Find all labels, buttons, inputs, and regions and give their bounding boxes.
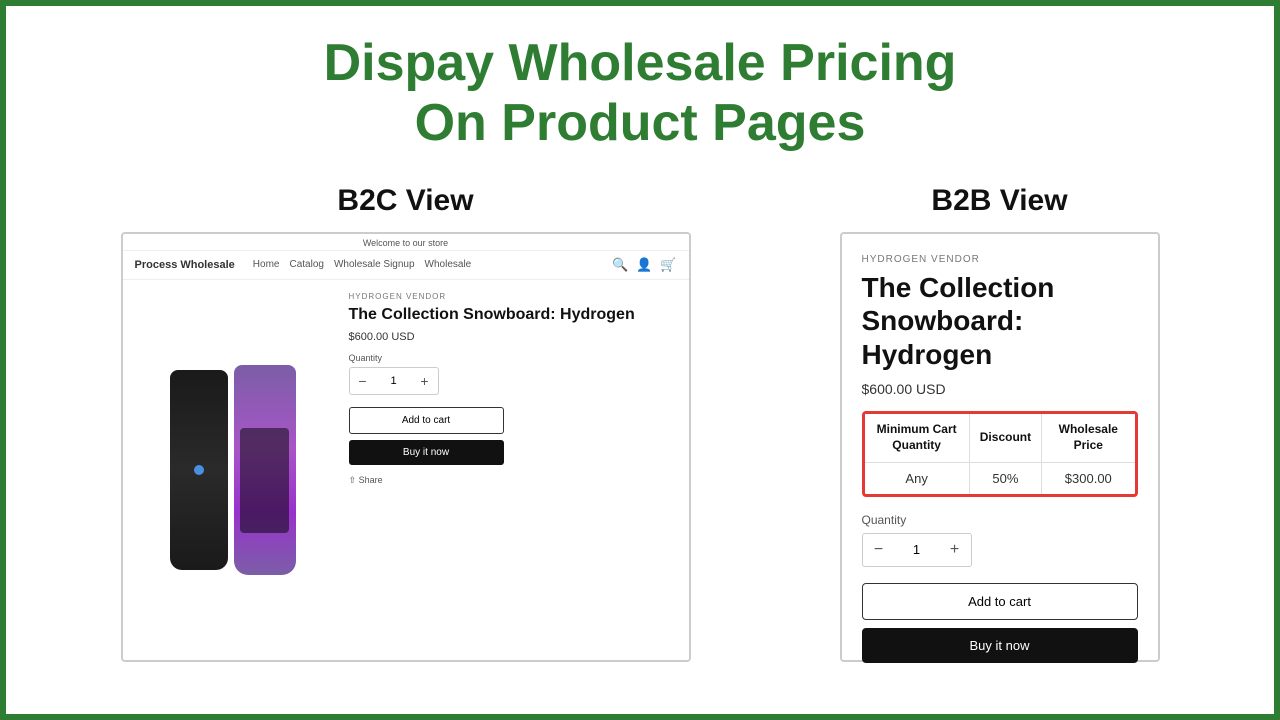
- b2b-label: B2B View: [840, 184, 1160, 218]
- b2c-label: B2C View: [121, 184, 691, 218]
- b2b-qty-value: 1: [895, 542, 939, 557]
- b2b-product-title: The Collection Snowboard: Hydrogen: [862, 271, 1138, 372]
- col-wholesale-price: Wholesale Price: [1042, 414, 1135, 462]
- b2b-panel: B2B View HYDROGEN VENDOR The Collection …: [840, 184, 1160, 662]
- b2c-qty-value: 1: [376, 375, 412, 387]
- cell-wholesale-price: $300.00: [1042, 462, 1135, 494]
- col-min-cart-qty: Minimum Cart Quantity: [865, 414, 970, 462]
- nav-wholesale[interactable]: Wholesale: [425, 259, 472, 270]
- b2c-mock-window: Welcome to our store Process Wholesale H…: [121, 232, 691, 662]
- b2b-price: $600.00 USD: [862, 381, 1138, 397]
- b2c-panel: B2C View Welcome to our store Process Wh…: [121, 184, 691, 662]
- table-row: Any 50% $300.00: [865, 462, 1135, 494]
- b2c-qty-label: Quantity: [349, 353, 677, 363]
- b2b-qty-minus[interactable]: −: [863, 534, 895, 566]
- b2b-qty-label: Quantity: [862, 513, 1138, 527]
- cell-discount: 50%: [969, 462, 1041, 494]
- wholesale-pricing-table-wrapper: Minimum Cart Quantity Discount Wholesale…: [862, 411, 1138, 496]
- store-nav: Process Wholesale Home Catalog Wholesale…: [123, 251, 689, 280]
- search-icon[interactable]: 🔍: [612, 257, 628, 273]
- b2c-vendor: HYDROGEN VENDOR: [349, 292, 677, 301]
- store-brand: Process Wholesale: [135, 259, 235, 271]
- b2c-product-title: The Collection Snowboard: Hydrogen: [349, 305, 677, 326]
- b2c-share-link[interactable]: ⇧ Share: [349, 475, 677, 486]
- b2c-qty-control[interactable]: − 1 +: [349, 367, 439, 395]
- b2c-qty-plus[interactable]: +: [412, 368, 438, 394]
- b2b-vendor: HYDROGEN VENDOR: [862, 254, 1138, 265]
- table-header-row: Minimum Cart Quantity Discount Wholesale…: [865, 414, 1135, 462]
- nav-wholesale-signup[interactable]: Wholesale Signup: [334, 259, 415, 270]
- b2c-product-details: HYDROGEN VENDOR The Collection Snowboard…: [343, 280, 689, 660]
- b2c-add-to-cart-button[interactable]: Add to cart: [349, 407, 504, 434]
- b2b-mock-window: HYDROGEN VENDOR The Collection Snowboard…: [840, 232, 1160, 662]
- cell-min-qty: Any: [865, 462, 970, 494]
- store-content: HYDROGEN VENDOR The Collection Snowboard…: [123, 280, 689, 660]
- store-topbar: Welcome to our store: [123, 234, 689, 251]
- account-icon[interactable]: 👤: [636, 257, 652, 273]
- b2b-add-to-cart-button[interactable]: Add to cart: [862, 583, 1138, 620]
- b2b-qty-control[interactable]: − 1 +: [862, 533, 972, 567]
- b2c-price: $600.00 USD: [349, 331, 677, 343]
- col-discount: Discount: [969, 414, 1041, 462]
- product-images: [123, 280, 343, 660]
- snowboard-black-image: [170, 370, 228, 570]
- b2c-buy-now-button[interactable]: Buy it now: [349, 440, 504, 465]
- share-icon: ⇧: [349, 475, 357, 485]
- nav-icons: 🔍 👤 🛒: [612, 257, 677, 273]
- nav-catalog[interactable]: Catalog: [289, 259, 323, 270]
- b2b-buy-now-button[interactable]: Buy it now: [862, 628, 1138, 663]
- cart-icon[interactable]: 🛒: [660, 257, 676, 273]
- nav-links: Home Catalog Wholesale Signup Wholesale: [253, 259, 612, 270]
- snowboard-purple-image: [234, 365, 296, 575]
- nav-home[interactable]: Home: [253, 259, 280, 270]
- b2c-qty-minus[interactable]: −: [350, 368, 376, 394]
- b2b-qty-plus[interactable]: +: [939, 534, 971, 566]
- wholesale-pricing-table: Minimum Cart Quantity Discount Wholesale…: [865, 414, 1135, 493]
- main-title: Dispay Wholesale Pricing On Product Page…: [6, 6, 1274, 174]
